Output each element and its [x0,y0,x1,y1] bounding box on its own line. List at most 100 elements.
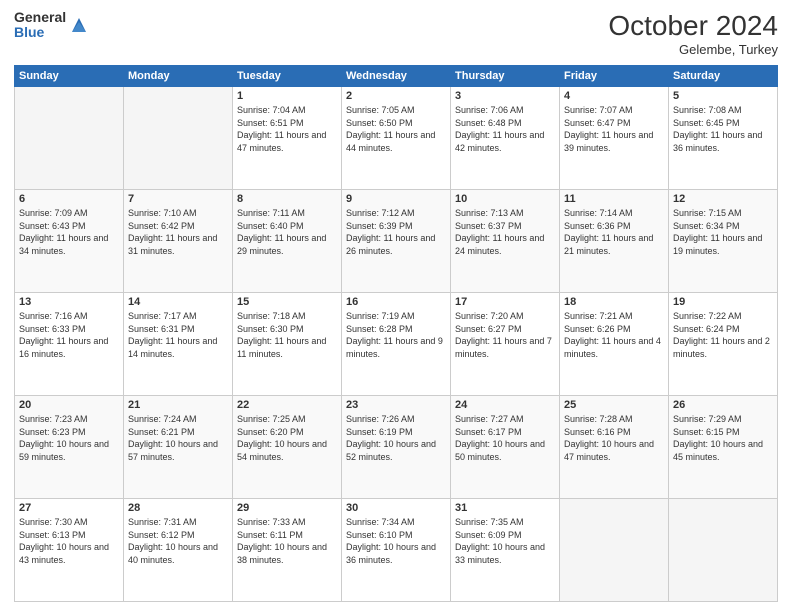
day-number: 2 [346,90,446,102]
weekday-header-tuesday: Tuesday [233,66,342,87]
day-number: 29 [237,502,337,514]
day-number: 18 [564,296,664,308]
calendar-cell: 10 Sunrise: 7:13 AM Sunset: 6:37 PM Dayli… [451,190,560,293]
calendar-cell: 7 Sunrise: 7:10 AM Sunset: 6:42 PM Daylig… [124,190,233,293]
day-number: 31 [455,502,555,514]
cell-info: Sunrise: 7:35 AM Sunset: 6:09 PM Dayligh… [455,516,555,566]
calendar-cell: 24Sunrise: 7:27 AM Sunset: 6:17 PM Dayli… [451,396,560,499]
cell-info: Sunrise: 7:13 AM Sunset: 6:37 PM Dayligh… [455,207,555,257]
calendar-cell: 25 Sunrise: 7:28 AM Sunset: 6:16 PM Dayli… [560,396,669,499]
cell-info: Sunrise: 7:09 AM Sunset: 6:43 PM Dayligh… [19,207,119,257]
day-number: 22 [237,399,337,411]
calendar-cell [15,87,124,190]
cell-info: Sunrise: 7:21 AM Sunset: 6:26 PM Dayligh… [564,310,664,360]
cell-info: Sunrise: 7:27 AM Sunset: 6:17 PM Dayligh… [455,413,555,463]
cell-info: Sunrise: 7:28 AM Sunset: 6:16 PM Dayligh… [564,413,664,463]
day-number: 14 [128,296,228,308]
calendar-cell [124,87,233,190]
logo-icon [70,16,88,34]
weekday-header-saturday: Saturday [669,66,778,87]
cell-info: Sunrise: 7:11 AM Sunset: 6:40 PM Dayligh… [237,207,337,257]
calendar-cell [560,499,669,602]
calendar-row-0: 1Sunrise: 7:04 AM Sunset: 6:51 PM Daylig… [15,87,778,190]
cell-info: Sunrise: 7:12 AM Sunset: 6:39 PM Dayligh… [346,207,446,257]
calendar-cell: 4 Sunrise: 7:07 AM Sunset: 6:47 PM Daylig… [560,87,669,190]
day-number: 5 [673,90,773,102]
calendar-cell: 8 Sunrise: 7:11 AM Sunset: 6:40 PM Daylig… [233,190,342,293]
day-number: 7 [128,193,228,205]
cell-info: Sunrise: 7:14 AM Sunset: 6:36 PM Dayligh… [564,207,664,257]
cell-info: Sunrise: 7:33 AM Sunset: 6:11 PM Dayligh… [237,516,337,566]
calendar-row-4: 27 Sunrise: 7:30 AM Sunset: 6:13 PM Dayli… [15,499,778,602]
calendar-cell: 23Sunrise: 7:26 AM Sunset: 6:19 PM Dayli… [342,396,451,499]
day-number: 9 [346,193,446,205]
day-number: 28 [128,502,228,514]
weekday-header-row: SundayMondayTuesdayWednesdayThursdayFrid… [15,66,778,87]
calendar-row-2: 13 Sunrise: 7:16 AM Sunset: 6:33 PM Dayli… [15,293,778,396]
day-number: 10 [455,193,555,205]
day-number: 26 [673,399,773,411]
cell-info: Sunrise: 7:10 AM Sunset: 6:42 PM Dayligh… [128,207,228,257]
calendar-cell: 13 Sunrise: 7:16 AM Sunset: 6:33 PM Dayli… [15,293,124,396]
cell-info: Sunrise: 7:18 AM Sunset: 6:30 PM Dayligh… [237,310,337,360]
cell-info: Sunrise: 7:31 AM Sunset: 6:12 PM Dayligh… [128,516,228,566]
calendar-cell: 19Sunrise: 7:22 AM Sunset: 6:24 PM Dayli… [669,293,778,396]
cell-info: Sunrise: 7:08 AM Sunset: 6:45 PM Dayligh… [673,104,773,154]
calendar-cell: 16Sunrise: 7:19 AM Sunset: 6:28 PM Dayli… [342,293,451,396]
cell-info: Sunrise: 7:16 AM Sunset: 6:33 PM Dayligh… [19,310,119,360]
day-number: 8 [237,193,337,205]
logo-general: General [14,10,66,25]
cell-info: Sunrise: 7:05 AM Sunset: 6:50 PM Dayligh… [346,104,446,154]
cell-info: Sunrise: 7:29 AM Sunset: 6:15 PM Dayligh… [673,413,773,463]
day-number: 11 [564,193,664,205]
day-number: 27 [19,502,119,514]
calendar-cell: 12Sunrise: 7:15 AM Sunset: 6:34 PM Dayli… [669,190,778,293]
day-number: 25 [564,399,664,411]
calendar-cell: 14 Sunrise: 7:17 AM Sunset: 6:31 PM Dayli… [124,293,233,396]
day-number: 20 [19,399,119,411]
calendar-row-3: 20Sunrise: 7:23 AM Sunset: 6:23 PM Dayli… [15,396,778,499]
day-number: 1 [237,90,337,102]
cell-info: Sunrise: 7:15 AM Sunset: 6:34 PM Dayligh… [673,207,773,257]
calendar-cell: 22 Sunrise: 7:25 AM Sunset: 6:20 PM Dayli… [233,396,342,499]
day-number: 17 [455,296,555,308]
calendar-cell: 20Sunrise: 7:23 AM Sunset: 6:23 PM Dayli… [15,396,124,499]
weekday-header-sunday: Sunday [15,66,124,87]
calendar-cell: 26 Sunrise: 7:29 AM Sunset: 6:15 PM Dayli… [669,396,778,499]
day-number: 16 [346,296,446,308]
calendar-cell: 27 Sunrise: 7:30 AM Sunset: 6:13 PM Dayli… [15,499,124,602]
calendar-row-1: 6Sunrise: 7:09 AM Sunset: 6:43 PM Daylig… [15,190,778,293]
calendar-cell: 3Sunrise: 7:06 AM Sunset: 6:48 PM Daylig… [451,87,560,190]
weekday-header-wednesday: Wednesday [342,66,451,87]
calendar-table: SundayMondayTuesdayWednesdayThursdayFrid… [14,65,778,602]
weekday-header-thursday: Thursday [451,66,560,87]
weekday-header-monday: Monday [124,66,233,87]
cell-info: Sunrise: 7:25 AM Sunset: 6:20 PM Dayligh… [237,413,337,463]
calendar-cell: 18 Sunrise: 7:21 AM Sunset: 6:26 PM Dayli… [560,293,669,396]
calendar-cell: 1Sunrise: 7:04 AM Sunset: 6:51 PM Daylig… [233,87,342,190]
day-number: 23 [346,399,446,411]
day-number: 13 [19,296,119,308]
day-number: 4 [564,90,664,102]
logo-text: General Blue [14,10,66,41]
title-block: October 2024 Gelembe, Turkey [608,10,778,57]
page: General Blue October 2024 Gelembe, Turke… [0,0,792,612]
day-number: 21 [128,399,228,411]
day-number: 15 [237,296,337,308]
cell-info: Sunrise: 7:17 AM Sunset: 6:31 PM Dayligh… [128,310,228,360]
cell-info: Sunrise: 7:34 AM Sunset: 6:10 PM Dayligh… [346,516,446,566]
calendar-cell: 2 Sunrise: 7:05 AM Sunset: 6:50 PM Daylig… [342,87,451,190]
calendar-cell: 6Sunrise: 7:09 AM Sunset: 6:43 PM Daylig… [15,190,124,293]
cell-info: Sunrise: 7:30 AM Sunset: 6:13 PM Dayligh… [19,516,119,566]
calendar-cell: 9 Sunrise: 7:12 AM Sunset: 6:39 PM Daylig… [342,190,451,293]
cell-info: Sunrise: 7:07 AM Sunset: 6:47 PM Dayligh… [564,104,664,154]
calendar-cell: 30Sunrise: 7:34 AM Sunset: 6:10 PM Dayli… [342,499,451,602]
calendar-cell: 11 Sunrise: 7:14 AM Sunset: 6:36 PM Dayli… [560,190,669,293]
calendar-cell [669,499,778,602]
cell-info: Sunrise: 7:20 AM Sunset: 6:27 PM Dayligh… [455,310,555,360]
calendar-cell: 31 Sunrise: 7:35 AM Sunset: 6:09 PM Dayli… [451,499,560,602]
cell-info: Sunrise: 7:22 AM Sunset: 6:24 PM Dayligh… [673,310,773,360]
weekday-header-friday: Friday [560,66,669,87]
day-number: 3 [455,90,555,102]
month-title: October 2024 [608,10,778,42]
